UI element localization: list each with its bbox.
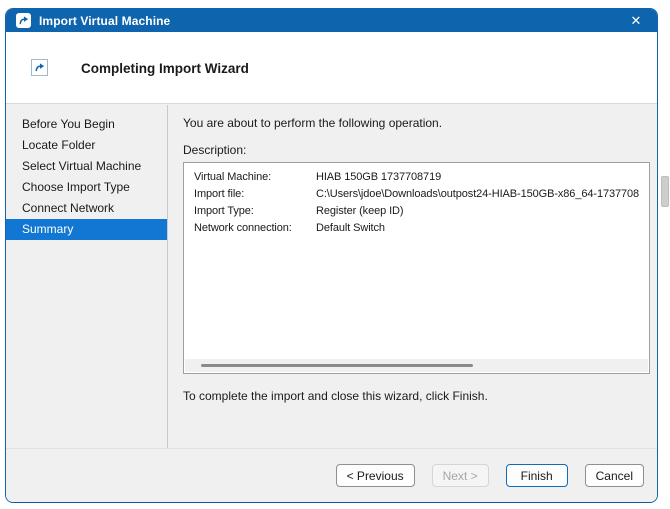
finish-hint-text: To complete the import and close this wi… [183, 389, 657, 403]
description-label: Description: [183, 143, 657, 157]
import-arrow-icon [16, 13, 31, 28]
step-connect-network: Connect Network [6, 198, 167, 219]
step-locate-folder: Locate Folder [6, 135, 167, 156]
wizard-page-icon [31, 59, 48, 76]
description-row-import-file: Import file: C:\Users\jdoe\Downloads\out… [194, 186, 639, 203]
titlebar[interactable]: Import Virtual Machine ✕ [6, 9, 657, 32]
screenshot-stage: Import Virtual Machine ✕ Completing Impo… [0, 0, 670, 509]
page-title: Completing Import Wizard [81, 61, 249, 76]
row-label: Import Type: [194, 203, 316, 220]
row-label: Network connection: [194, 220, 316, 237]
row-value: Default Switch [316, 220, 385, 237]
import-wizard-window: Import Virtual Machine ✕ Completing Impo… [5, 8, 658, 503]
step-select-virtual-machine: Select Virtual Machine [6, 156, 167, 177]
row-value: C:\Users\jdoe\Downloads\outpost24-HIAB-1… [316, 186, 639, 203]
button-bar: < Previous Next > Finish Cancel [6, 448, 657, 502]
description-rows: Virtual Machine: HIAB 150GB 1737708719 I… [184, 163, 649, 237]
description-row-network-connection: Network connection: Default Switch [194, 220, 639, 237]
description-box[interactable]: Virtual Machine: HIAB 150GB 1737708719 I… [183, 162, 650, 374]
wizard-steps-sidebar: Before You Begin Locate Folder Select Vi… [6, 105, 168, 457]
step-before-you-begin: Before You Begin [6, 114, 167, 135]
background-window-scrollbar [661, 176, 669, 207]
finish-button[interactable]: Finish [506, 464, 568, 487]
row-label: Virtual Machine: [194, 169, 316, 186]
step-choose-import-type: Choose Import Type [6, 177, 167, 198]
horizontal-scrollbar[interactable] [185, 359, 648, 372]
description-row-import-type: Import Type: Register (keep ID) [194, 203, 639, 220]
close-icon: ✕ [631, 13, 642, 29]
previous-button[interactable]: < Previous [336, 464, 415, 487]
next-button[interactable]: Next > [432, 464, 489, 487]
row-label: Import file: [194, 186, 316, 203]
cancel-button[interactable]: Cancel [585, 464, 644, 487]
wizard-header: Completing Import Wizard [6, 32, 657, 104]
description-row-virtual-machine: Virtual Machine: HIAB 150GB 1737708719 [194, 169, 639, 186]
row-value: HIAB 150GB 1737708719 [316, 169, 441, 186]
row-value: Register (keep ID) [316, 203, 403, 220]
step-summary-selected: Summary [6, 219, 167, 240]
horizontal-scrollbar-thumb[interactable] [201, 364, 473, 367]
close-button[interactable]: ✕ [615, 9, 657, 32]
summary-content: You are about to perform the following o… [168, 105, 657, 457]
wizard-body: Before You Begin Locate Folder Select Vi… [6, 105, 657, 457]
window-title: Import Virtual Machine [39, 14, 170, 28]
intro-text: You are about to perform the following o… [183, 116, 657, 130]
